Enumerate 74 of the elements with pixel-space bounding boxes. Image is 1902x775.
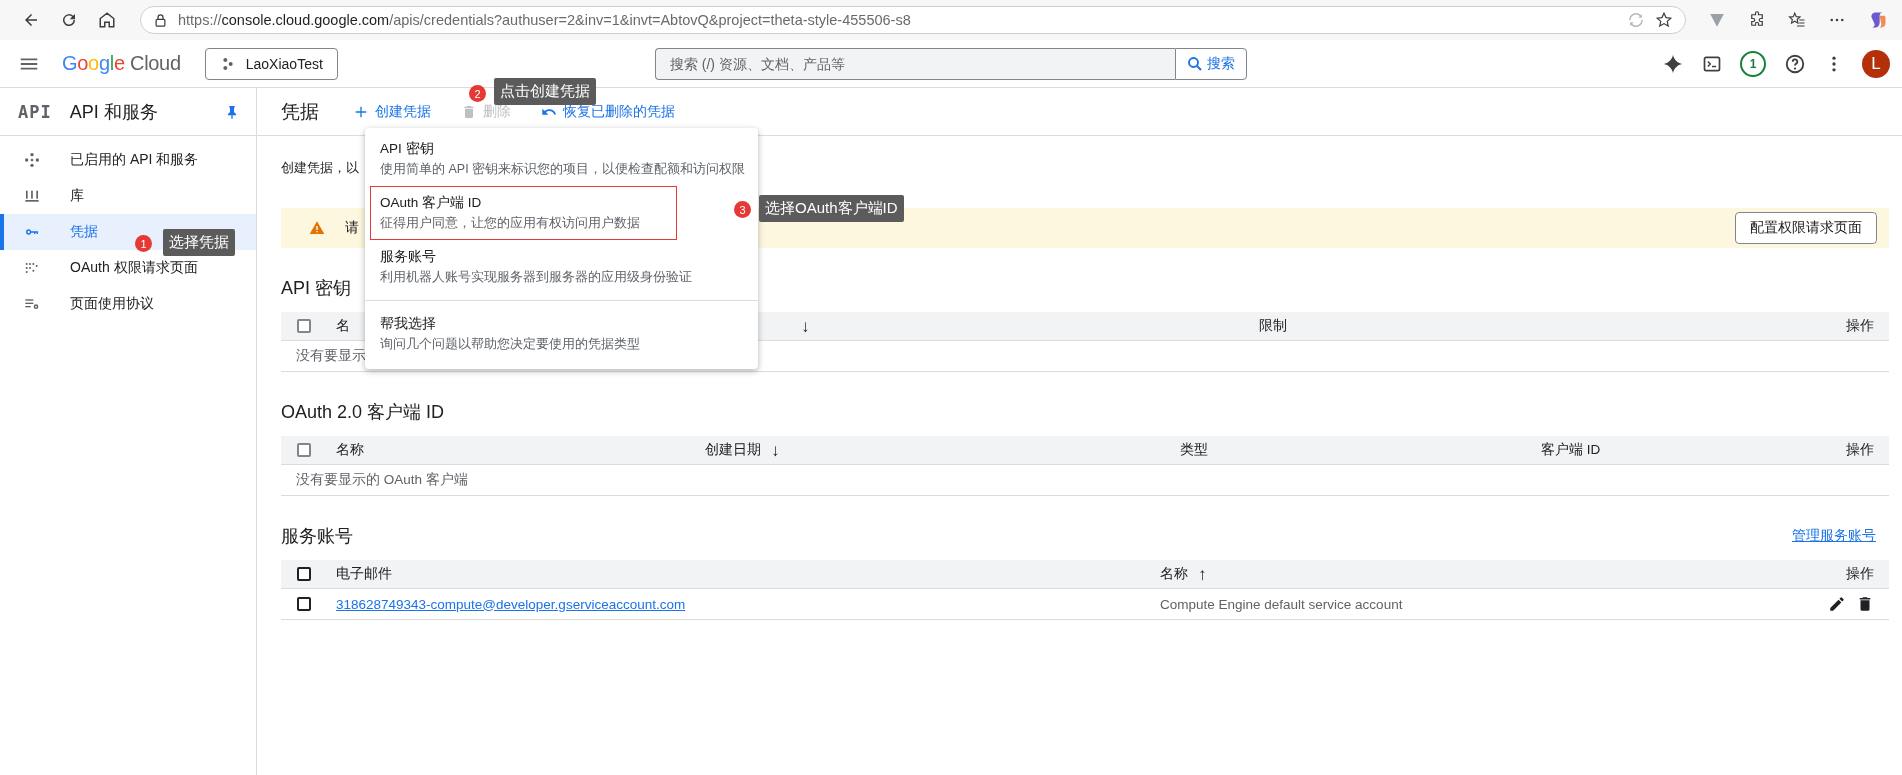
column-header: 类型	[1180, 441, 1208, 459]
menu-item-title: API 密钥	[380, 140, 435, 158]
favorites-icon[interactable]	[1788, 11, 1806, 29]
notification-count[interactable]: 1	[1740, 50, 1766, 77]
project-selector[interactable]: LaoXiaoTest	[204, 47, 338, 80]
sort-arrow[interactable]: ↓	[801, 317, 810, 335]
configure-button[interactable]: 配置权限请求页面	[1735, 212, 1877, 244]
banner-text: 请	[345, 219, 359, 237]
column-header: 电子邮件	[336, 565, 392, 583]
table-cell: Compute Engine default service account	[1160, 596, 1403, 612]
annotation-tooltip: 点击创建凭据	[494, 78, 596, 105]
menu-item-title: 服务账号	[380, 248, 437, 266]
step-badge: 2	[469, 85, 486, 102]
checkbox[interactable]	[297, 567, 311, 581]
manage-link[interactable]: 管理服务账号	[1792, 527, 1876, 545]
pencil-icon[interactable]	[1828, 595, 1846, 613]
menu-item-description: 利用机器人账号实现服务器到服务器的应用级身份验证	[380, 269, 693, 286]
empty-message: 没有要显示的 OAuth 客户端	[295, 471, 469, 489]
trash-icon	[461, 103, 477, 120]
address-bar[interactable]: https://console.cloud.google.com/apis/credentials?authuser=2&inv=1&invt=AbtovQ&project=theta-style-455506-s8	[140, 6, 1686, 34]
menu-item-description: 使用简单的 API 密钥来标识您的项目，以便检查配额和访问权限	[380, 161, 744, 178]
help-icon[interactable]	[1784, 52, 1806, 75]
menu-item-description: 询问几个问题以帮助您决定要使用的凭据类型	[380, 336, 641, 353]
section-title: OAuth 2.0 客户端 ID	[281, 401, 445, 424]
puzzle-icon[interactable]	[1748, 11, 1766, 29]
column-header: 客户端 ID	[1541, 441, 1601, 459]
library-icon	[24, 188, 40, 204]
column-header: 创建日期	[705, 441, 761, 459]
checkbox[interactable]	[297, 597, 311, 611]
toolbar-button[interactable]: 创建凭据	[353, 102, 431, 121]
annotation-tooltip: 选择凭据	[163, 229, 235, 256]
sidebar-item[interactable]: 已启用的 API 和服务	[0, 142, 256, 178]
menu-item[interactable]: 帮我选择 询问几个问题以帮助您决定要使用的凭据类型	[365, 307, 758, 361]
search-field[interactable]: 搜索 (/) 资源、文档、产品等	[654, 47, 1175, 80]
intro-text: 创建凭据，以	[281, 159, 359, 177]
home-icon[interactable]	[98, 11, 116, 29]
swirl-icon[interactable]	[1868, 10, 1888, 30]
column-header: 名称	[336, 441, 364, 459]
warning-icon	[309, 220, 325, 236]
column-header: 名称	[1160, 565, 1188, 583]
list-gear-icon	[24, 296, 40, 312]
sidebar-title: API 和服务	[69, 100, 159, 124]
page-title: 凭据	[281, 99, 320, 124]
search-button[interactable]: 搜索	[1174, 47, 1247, 80]
star-icon[interactable]	[1655, 11, 1673, 29]
logo-text[interactable]: Google Cloud	[62, 52, 181, 75]
email-link[interactable]: 318628749343-compute@developer.gserviceaccount.com	[336, 596, 686, 612]
section-title: 服务账号	[281, 525, 353, 548]
column-header: 名	[336, 317, 350, 335]
column-header: 限制	[1259, 317, 1287, 335]
dots-diamond-icon	[24, 152, 40, 168]
sort-arrow[interactable]: ↑	[1198, 565, 1207, 583]
dots-icon	[24, 260, 40, 276]
column-header: 操作	[1846, 441, 1874, 459]
api-label: API	[18, 101, 52, 122]
avatar[interactable]: L	[1862, 49, 1890, 78]
section-title: API 密钥	[281, 277, 351, 300]
menu-item-title: 帮我选择	[380, 315, 437, 333]
empty-message: 没有要显示	[295, 347, 367, 365]
annotation-tooltip: 选择OAuth客户端ID	[759, 195, 904, 222]
sidebar-item[interactable]: 页面使用协议	[0, 286, 256, 322]
column-header: 操作	[1846, 565, 1874, 583]
column-header: 操作	[1846, 317, 1874, 335]
menu-item-description: 征得用户同意，让您的应用有权访问用户数据	[380, 215, 641, 232]
sort-arrow[interactable]: ↓	[771, 441, 780, 459]
toolbar-button[interactable]: 恢复已删除的凭据	[541, 102, 675, 121]
menu-item[interactable]: API 密钥 使用简单的 API 密钥来标识您的项目，以便检查配额和访问权限	[365, 132, 758, 186]
reload-icon[interactable]	[60, 11, 78, 29]
menu-item-title: OAuth 客户端 ID	[380, 194, 483, 212]
url-text: https://console.cloud.google.com/apis/credentials?authuser=2&inv=1&invt=AbtovQ&project=theta-style-455506-s8	[178, 12, 912, 28]
menu-item[interactable]: 服务账号 利用机器人账号实现服务器到服务器的应用级身份验证	[365, 240, 758, 294]
lock-icon	[153, 12, 168, 28]
menu-item[interactable]: OAuth 客户端 ID 征得用户同意，让您的应用有权访问用户数据	[370, 186, 677, 240]
sidebar-item[interactable]: 库	[0, 178, 256, 214]
